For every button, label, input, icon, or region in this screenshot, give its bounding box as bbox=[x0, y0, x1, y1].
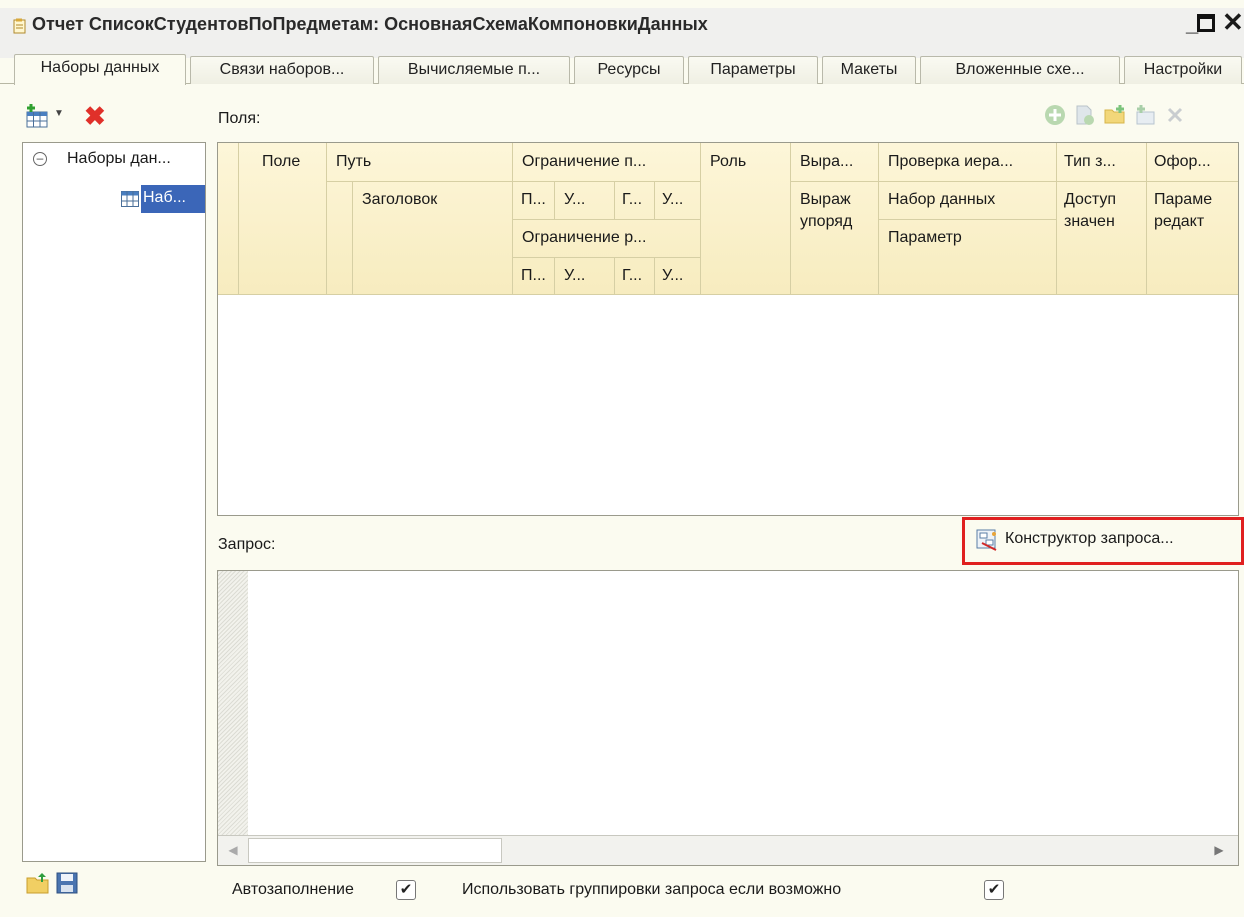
column-header-field[interactable]: Поле bbox=[262, 153, 300, 171]
column-header-restriction-sub[interactable]: У... bbox=[564, 191, 585, 209]
column-header-restriction-sub[interactable]: У... bbox=[662, 191, 683, 209]
query-builder-label: Конструктор запроса... bbox=[1005, 530, 1174, 547]
query-label: Запрос: bbox=[218, 536, 276, 553]
column-header-title[interactable]: Заголовок bbox=[362, 191, 437, 209]
tab-datasets[interactable]: Наборы данных bbox=[14, 54, 186, 85]
scroll-left-icon[interactable]: ◀ bbox=[218, 836, 248, 865]
query-builder-icon bbox=[976, 529, 997, 551]
tab-settings[interactable]: Настройки bbox=[1124, 56, 1242, 84]
column-header-restriction-sub[interactable]: П... bbox=[521, 191, 546, 209]
query-builder-button[interactable]: Конструктор запроса... bbox=[962, 517, 1244, 565]
column-header-restriction-sub[interactable]: У... bbox=[662, 267, 683, 285]
tree-root-label[interactable]: Наборы дан... bbox=[67, 150, 171, 168]
collapse-icon[interactable]: – bbox=[33, 152, 47, 166]
add-dataset-icon[interactable] bbox=[24, 103, 50, 129]
tab-layouts[interactable]: Макеты bbox=[822, 56, 916, 84]
use-grouping-label: Использовать группировки запроса если во… bbox=[462, 881, 842, 898]
column-header-edit-params[interactable]: редакт bbox=[1154, 213, 1204, 231]
column-header-restriction-details[interactable]: Ограничение р... bbox=[522, 229, 646, 247]
tab-bar: Наборы данных Связи наборов... Вычисляем… bbox=[0, 52, 1244, 85]
scroll-right-icon[interactable]: ▶ bbox=[1202, 836, 1236, 865]
tab-nested-schemas[interactable]: Вложенные схе... bbox=[920, 56, 1120, 84]
tab-dataset-links[interactable]: Связи наборов... bbox=[190, 56, 374, 84]
autofill-checkbox[interactable]: ✔ bbox=[396, 880, 416, 900]
column-header-parameter[interactable]: Параметр bbox=[888, 229, 962, 247]
column-header-restriction-sub[interactable]: Г... bbox=[622, 191, 642, 209]
fields-label: Поля: bbox=[218, 110, 261, 127]
column-header-expression[interactable]: Выра... bbox=[800, 153, 853, 171]
column-header-available-values[interactable]: значен bbox=[1064, 213, 1115, 231]
horizontal-scrollbar[interactable]: ◀ ▶ bbox=[218, 835, 1238, 865]
close-button[interactable]: ✕ bbox=[1222, 9, 1244, 35]
table-icon bbox=[121, 191, 139, 207]
column-header-edit-params[interactable]: Параме bbox=[1154, 191, 1212, 209]
column-header-restriction-sub[interactable]: У... bbox=[564, 267, 585, 285]
column-header-restriction-sub[interactable]: Г... bbox=[622, 267, 642, 285]
column-header-restriction-fields[interactable]: Ограничение п... bbox=[522, 153, 646, 171]
open-folder-icon[interactable] bbox=[26, 872, 50, 894]
autofill-label: Автозаполнение bbox=[232, 881, 354, 898]
column-header-restriction-sub[interactable]: П... bbox=[521, 267, 546, 285]
column-header-order-expression[interactable]: Выраж bbox=[800, 191, 851, 209]
column-header-available-values[interactable]: Доступ bbox=[1064, 191, 1116, 209]
tab-resources[interactable]: Ресурсы bbox=[574, 56, 684, 84]
save-icon[interactable] bbox=[56, 872, 78, 894]
tree-item-dataset[interactable]: Наб... bbox=[141, 185, 205, 213]
window-title: Отчет СписокСтудентовПоПредметам: Основн… bbox=[32, 14, 708, 34]
column-header-order-expression[interactable]: упоряд bbox=[800, 213, 852, 231]
add-folder-icon bbox=[1076, 105, 1094, 125]
tab-calculated-fields[interactable]: Вычисляемые п... bbox=[378, 56, 570, 84]
query-editor-gutter bbox=[218, 571, 248, 865]
column-header-hierarchy-check[interactable]: Проверка иера... bbox=[888, 153, 1013, 171]
delete-field-icon bbox=[1167, 107, 1183, 123]
maximize-button[interactable] bbox=[1197, 14, 1215, 32]
new-folder-icon bbox=[1104, 105, 1125, 124]
column-header-format[interactable]: Офор... bbox=[1154, 153, 1211, 171]
tab-parameters[interactable]: Параметры bbox=[688, 56, 818, 84]
column-header-role[interactable]: Роль bbox=[710, 153, 746, 171]
report-icon bbox=[13, 18, 26, 34]
column-header-path[interactable]: Путь bbox=[336, 153, 371, 171]
fields-table-header: Поле Путь Заголовок Ограничение п... П..… bbox=[218, 143, 1238, 295]
datasets-tree[interactable]: – Наборы дан... Наб... bbox=[22, 142, 206, 862]
add-table-icon bbox=[1136, 105, 1155, 125]
column-header-value-type[interactable]: Тип з... bbox=[1064, 153, 1116, 171]
use-grouping-checkbox[interactable]: ✔ bbox=[984, 880, 1004, 900]
add-field-icon bbox=[1045, 105, 1065, 125]
scrollbar-thumb[interactable] bbox=[248, 838, 502, 863]
delete-icon[interactable]: ✖ bbox=[84, 101, 106, 132]
query-editor[interactable]: ◀ ▶ bbox=[217, 570, 1239, 866]
fields-table[interactable]: Поле Путь Заголовок Ограничение п... П..… bbox=[217, 142, 1239, 516]
chevron-down-icon[interactable]: ▼ bbox=[54, 108, 64, 119]
column-header-dataset[interactable]: Набор данных bbox=[888, 191, 995, 209]
